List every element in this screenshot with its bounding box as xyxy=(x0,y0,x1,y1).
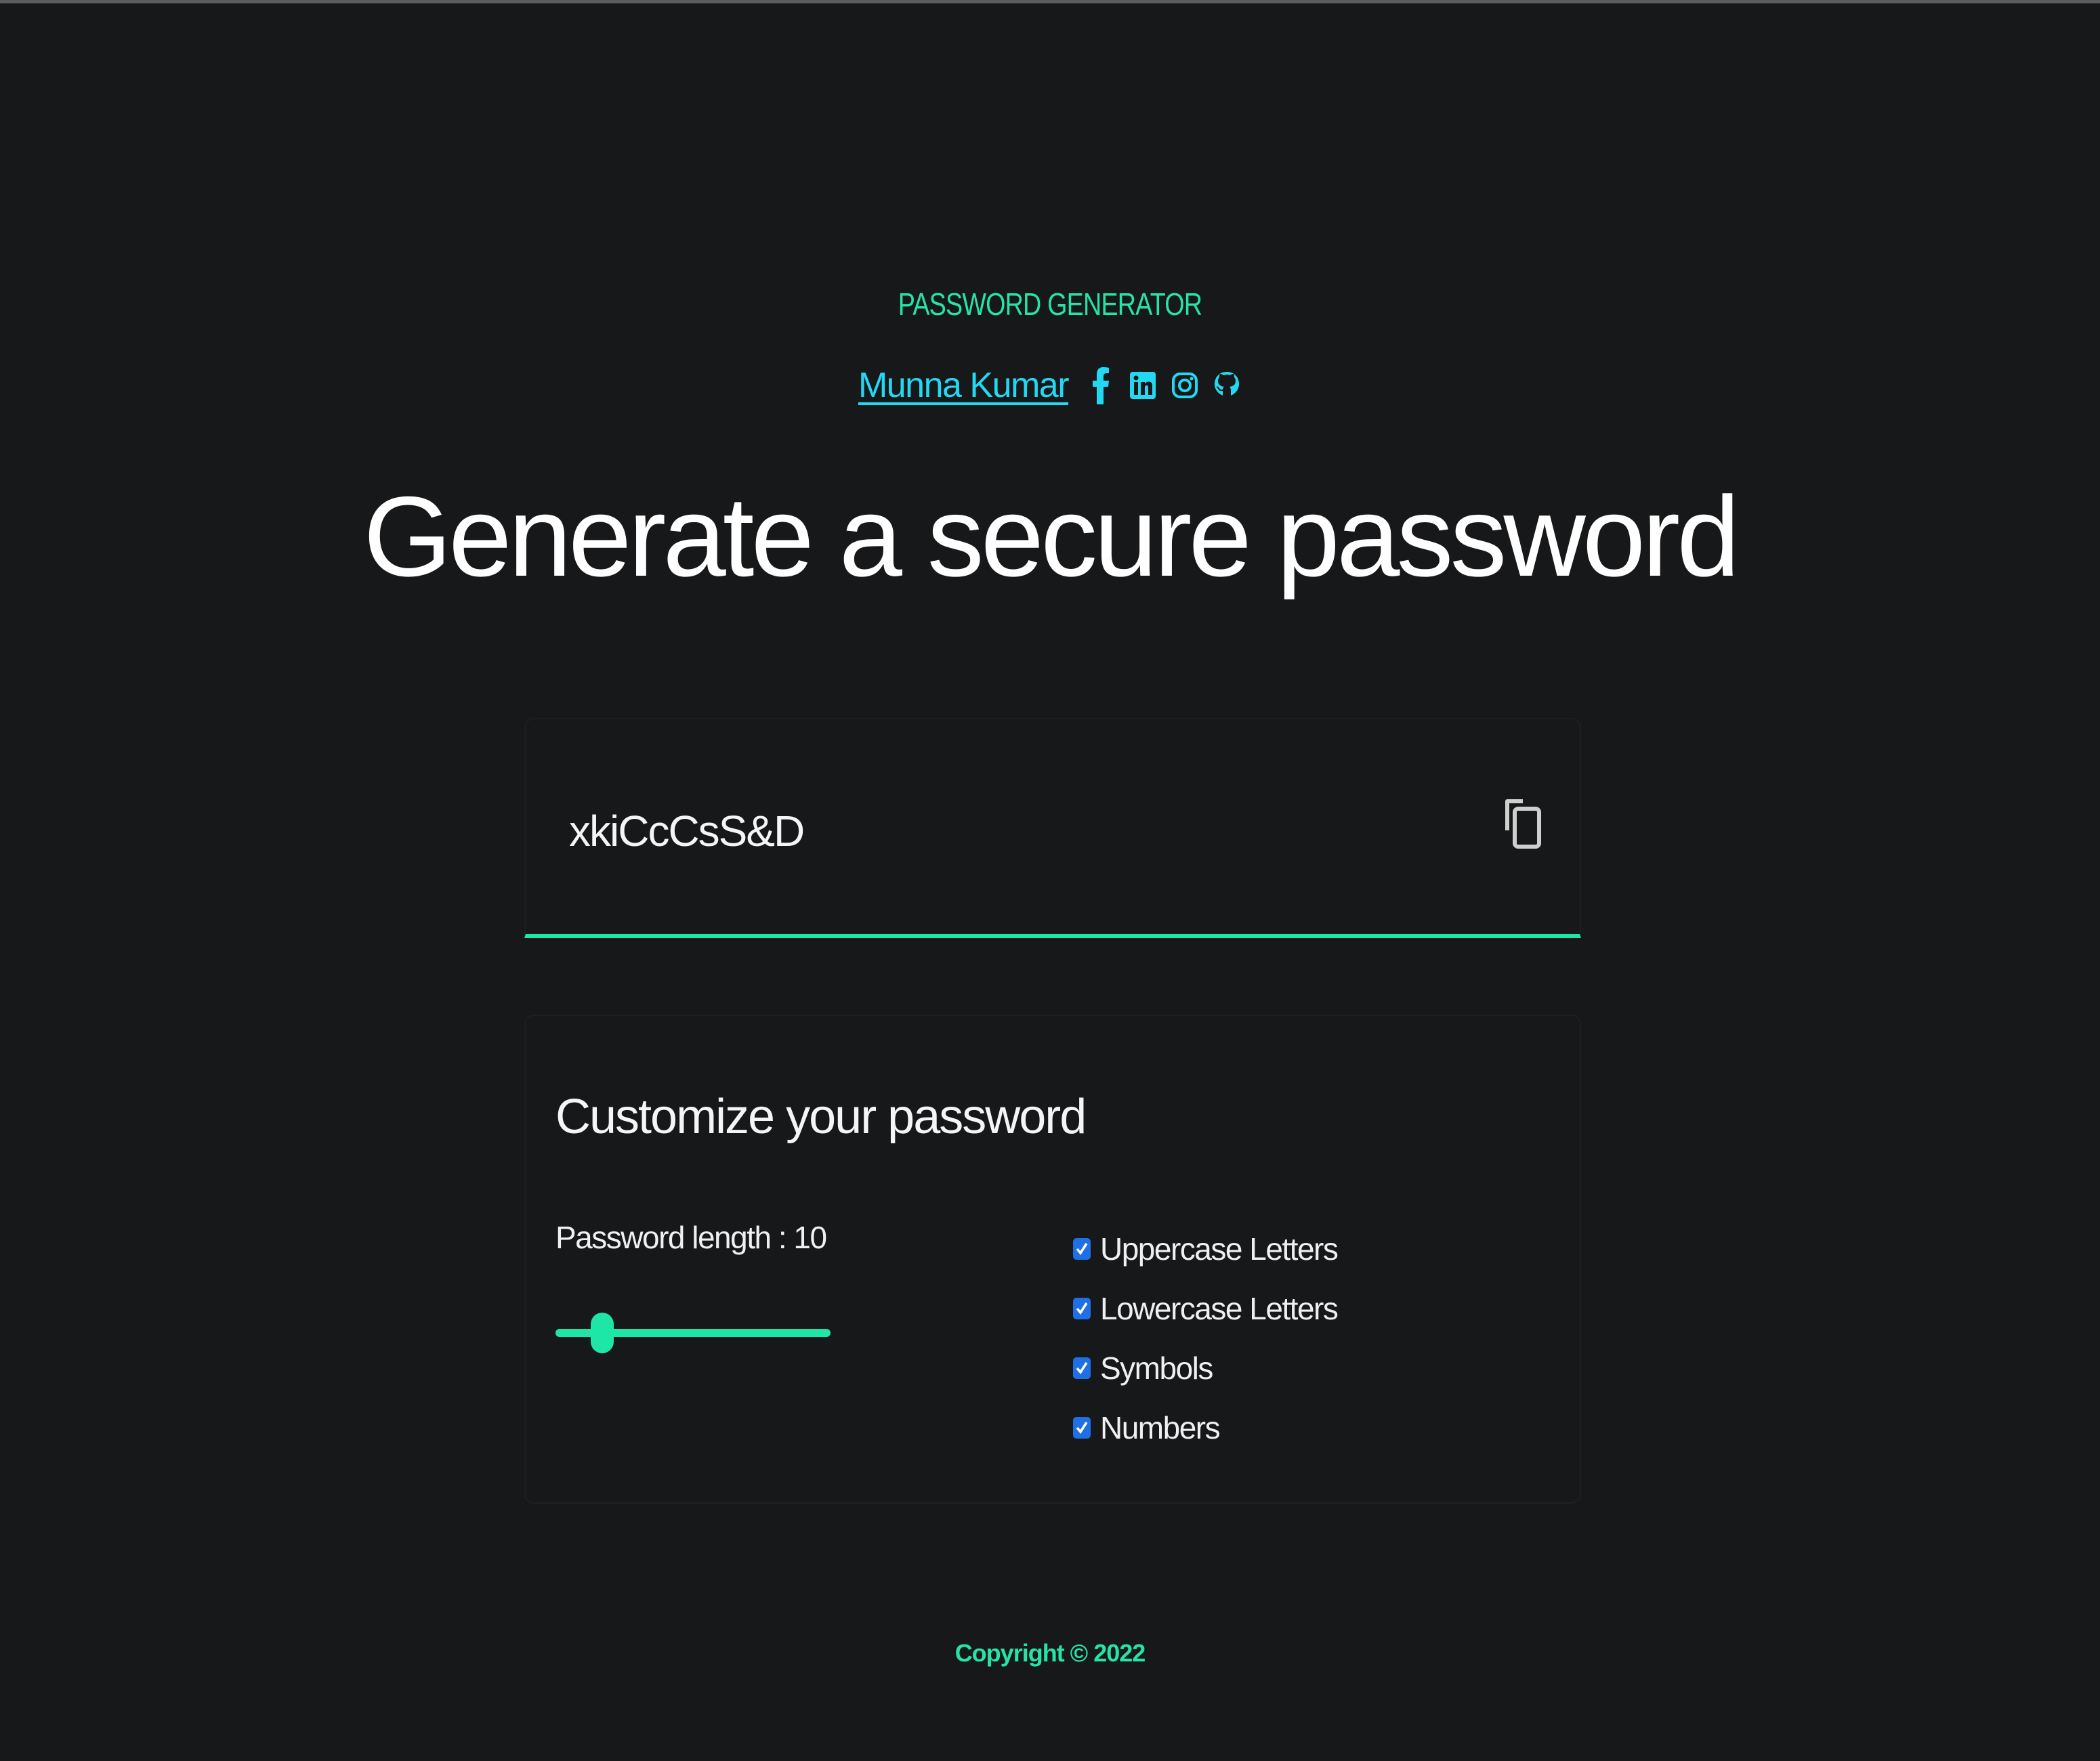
slider-thumb[interactable] xyxy=(591,1313,614,1353)
symbols-checkbox[interactable] xyxy=(1073,1357,1091,1379)
password-value[interactable]: xkiCcCsS&D xyxy=(569,806,805,856)
facebook-icon[interactable] xyxy=(1086,366,1116,404)
option-numbers[interactable]: Numbers xyxy=(1073,1398,1337,1458)
option-lowercase[interactable]: Lowercase Letters xyxy=(1073,1279,1339,1338)
copy-icon[interactable] xyxy=(1503,791,1543,859)
uppercase-checkbox[interactable] xyxy=(1073,1238,1091,1260)
password-length-slider[interactable] xyxy=(555,1313,831,1353)
author-row: Munna Kumar xyxy=(0,362,2100,409)
linkedin-icon[interactable] xyxy=(1128,366,1158,404)
uppercase-label: Uppercase Letters xyxy=(1100,1231,1339,1267)
character-options: Uppercase Letters Lowercase Letters Symb… xyxy=(1073,1219,1339,1458)
lowercase-label: Lowercase Letters xyxy=(1100,1291,1339,1326)
numbers-checkbox[interactable] xyxy=(1073,1417,1091,1439)
option-symbols[interactable]: Symbols xyxy=(1073,1338,1337,1398)
author-link[interactable]: Munna Kumar xyxy=(858,365,1070,406)
password-display: xkiCcCsS&D xyxy=(524,718,1581,938)
symbols-label: Symbols xyxy=(1100,1351,1213,1386)
window-top-border xyxy=(0,0,2100,3)
customize-panel: Customize your password Password length … xyxy=(524,1015,1581,1504)
option-uppercase[interactable]: Uppercase Letters xyxy=(1073,1219,1339,1279)
numbers-label: Numbers xyxy=(1100,1410,1221,1445)
app-title: PASSWORD GENERATOR xyxy=(898,287,1202,322)
github-icon[interactable] xyxy=(1212,366,1242,404)
lowercase-checkbox[interactable] xyxy=(1073,1298,1091,1319)
copyright-text: Copyright © 2022 xyxy=(954,1639,1146,1667)
password-length-label: Password length : 10 xyxy=(555,1220,827,1255)
customize-title: Customize your password xyxy=(555,1090,1087,1144)
page-headline: Generate a secure password xyxy=(363,473,1740,600)
instagram-icon[interactable] xyxy=(1170,366,1200,404)
